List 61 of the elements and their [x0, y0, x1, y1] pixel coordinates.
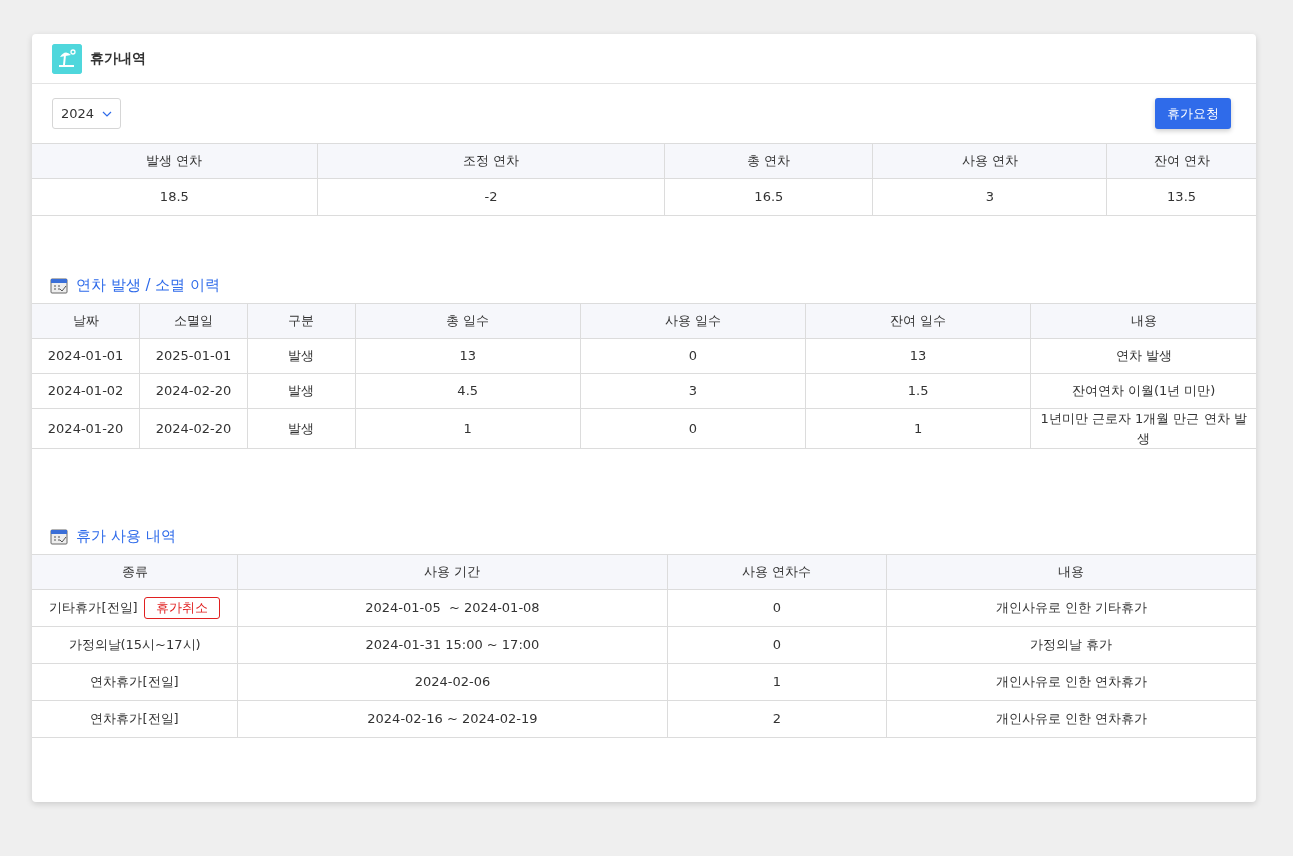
table-cell: 18.5 — [32, 178, 318, 216]
column-header: 날짜 — [32, 303, 140, 339]
table-cell: 4.5 — [355, 373, 581, 409]
column-header: 총 일수 — [355, 303, 581, 339]
table-cell: 2025-01-01 — [139, 338, 248, 374]
table-cell: 1 — [355, 408, 581, 449]
page-title: 휴가내역 — [90, 49, 146, 68]
table-cell: 발생 — [247, 373, 356, 409]
year-select[interactable]: 2024 — [52, 98, 121, 129]
table-cell: 연차휴가[전일] — [32, 663, 238, 701]
column-header: 잔여 연차 — [1106, 143, 1256, 179]
column-header: 종류 — [32, 554, 238, 590]
request-leave-button[interactable]: 휴가요청 — [1155, 97, 1231, 130]
table-cell: 2024-02-20 — [139, 373, 248, 409]
chevron-down-icon — [102, 110, 112, 117]
table-cell: 1 — [805, 408, 1031, 449]
year-value: 2024 — [61, 104, 95, 123]
table-cell: 1.5 — [805, 373, 1031, 409]
table-cell: 2024-01-31 15:00 ~ 17:00 — [237, 626, 668, 664]
table-cell: 0 — [667, 589, 887, 627]
column-header: 발생 연차 — [32, 143, 318, 179]
column-header: 소멸일 — [139, 303, 248, 339]
table-cell: 2024-02-16 ~ 2024-02-19 — [237, 700, 668, 738]
table-cell: 13 — [355, 338, 581, 374]
table-cell: 0 — [667, 626, 887, 664]
column-header: 잔여 일수 — [805, 303, 1031, 339]
section-title: 연차 발생 / 소멸 이력 — [76, 275, 221, 297]
section-title: 휴가 사용 내역 — [76, 526, 176, 548]
column-header: 사용 연차수 — [667, 554, 887, 590]
table-cell: 16.5 — [664, 178, 873, 216]
column-header: 사용 연차 — [872, 143, 1107, 179]
column-header: 내용 — [886, 554, 1256, 590]
table-cell: 3 — [580, 373, 806, 409]
table-cell: 2024-01-20 — [32, 408, 140, 449]
table-cell: 2024-01-01 — [32, 338, 140, 374]
column-header: 총 연차 — [664, 143, 873, 179]
table-cell: 가정의날(15시~17시) — [32, 626, 238, 664]
table-cell: 2 — [667, 700, 887, 738]
table-cell: 0 — [580, 338, 806, 374]
table-cell: 2024-01-05 ~ 2024-01-08 — [237, 589, 668, 627]
table-cell: 3 — [872, 178, 1107, 216]
table-cell: 연차휴가[전일] — [32, 700, 238, 738]
leave-type: 기타휴가[전일] — [49, 600, 138, 615]
table-cell: 2024-01-02 — [32, 373, 140, 409]
calendar-icon — [50, 528, 68, 545]
table-cell: -2 — [317, 178, 665, 216]
column-header: 사용 기간 — [237, 554, 668, 590]
column-header: 사용 일수 — [580, 303, 806, 339]
table-cell: 2024-02-20 — [139, 408, 248, 449]
column-header: 구분 — [247, 303, 356, 339]
table-cell: 발생 — [247, 338, 356, 374]
column-header: 내용 — [1030, 303, 1256, 339]
beach-umbrella-icon — [52, 43, 82, 74]
calendar-icon — [50, 277, 68, 294]
table-cell: 발생 — [247, 408, 356, 449]
table-cell: 0 — [580, 408, 806, 449]
table-cell: 2024-02-06 — [237, 663, 668, 701]
cancel-leave-button[interactable]: 휴가취소 — [143, 597, 220, 619]
table-cell: 1 — [667, 663, 887, 701]
column-header: 조정 연차 — [317, 143, 665, 179]
table-cell: 13 — [805, 338, 1031, 374]
